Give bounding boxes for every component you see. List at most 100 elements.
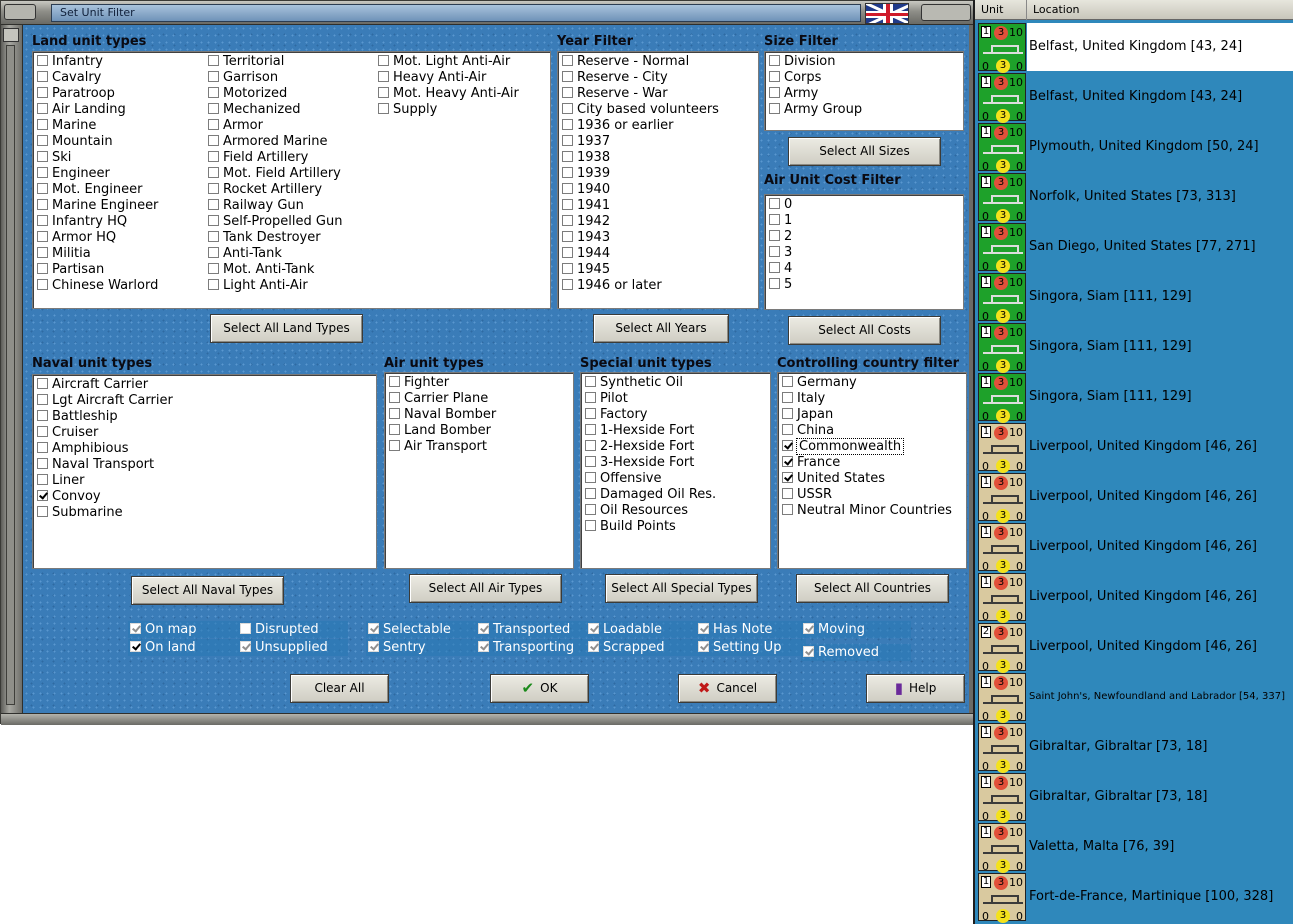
- unit-list-row[interactable]: 1 3 10 0 3 0 Valetta, Malta [76, 39]: [975, 822, 1293, 873]
- flag-option[interactable]: On land: [128, 639, 238, 656]
- checkbox[interactable]: [769, 198, 780, 209]
- checkbox[interactable]: [37, 231, 48, 242]
- year-item[interactable]: Reserve - City: [562, 70, 668, 86]
- checkbox[interactable]: [37, 215, 48, 226]
- checkbox[interactable]: [562, 55, 573, 66]
- cost-item[interactable]: 1: [769, 213, 792, 229]
- land-type-item[interactable]: Anti-Tank: [208, 246, 282, 262]
- land-type-item[interactable]: Infantry: [37, 54, 103, 70]
- year-item[interactable]: City based volunteers: [562, 102, 719, 118]
- land-type-item[interactable]: Cavalry: [37, 70, 101, 86]
- year-item[interactable]: 1938: [562, 150, 610, 166]
- checkbox[interactable]: [208, 119, 219, 130]
- land-type-item[interactable]: Marine Engineer: [37, 198, 158, 214]
- checkbox[interactable]: [478, 641, 489, 652]
- year-item[interactable]: 1936 or earlier: [562, 118, 674, 134]
- land-type-item[interactable]: Paratroop: [37, 86, 115, 102]
- cancel-button[interactable]: ✖ Cancel: [678, 674, 777, 703]
- country-item[interactable]: Commonwealth: [782, 438, 905, 455]
- select-all-land-types-button[interactable]: Select All Land Types: [210, 314, 363, 343]
- land-type-item[interactable]: Mountain: [37, 134, 113, 150]
- checkbox[interactable]: [769, 230, 780, 241]
- land-type-item[interactable]: Heavy Anti-Air: [378, 70, 486, 86]
- land-type-item[interactable]: Ski: [37, 150, 71, 166]
- land-type-item[interactable]: Mot. Engineer: [37, 182, 142, 198]
- country-item[interactable]: Germany: [782, 375, 857, 391]
- checkbox[interactable]: [562, 71, 573, 82]
- checkbox[interactable]: [37, 263, 48, 274]
- land-type-item[interactable]: Mot. Heavy Anti-Air: [378, 86, 519, 102]
- checkbox[interactable]: [782, 392, 793, 403]
- checkbox[interactable]: [769, 55, 780, 66]
- unit-list-row[interactable]: 1 3 10 0 3 0 Belfast, United Kingdom [43, 24]: [975, 22, 1293, 73]
- checkbox[interactable]: [562, 263, 573, 274]
- checkbox[interactable]: [562, 231, 573, 242]
- checkbox[interactable]: [562, 119, 573, 130]
- checkbox[interactable]: [368, 623, 379, 634]
- year-item[interactable]: 1939: [562, 166, 610, 182]
- checkbox[interactable]: [37, 167, 48, 178]
- checkbox[interactable]: [585, 376, 596, 387]
- checkbox[interactable]: [208, 231, 219, 242]
- checkbox[interactable]: [389, 376, 400, 387]
- size-item[interactable]: Corps: [769, 70, 821, 86]
- checkbox[interactable]: [37, 119, 48, 130]
- checkbox[interactable]: [769, 246, 780, 257]
- clear-all-button[interactable]: Clear All: [290, 674, 389, 703]
- checkbox[interactable]: [389, 392, 400, 403]
- flag-option[interactable]: Loadable: [586, 621, 696, 638]
- naval-type-item[interactable]: Submarine: [37, 505, 123, 521]
- special-type-item[interactable]: 3-Hexside Fort: [585, 455, 694, 471]
- checkbox[interactable]: [37, 442, 48, 453]
- checkbox[interactable]: [585, 504, 596, 515]
- special-type-item[interactable]: Offensive: [585, 471, 662, 487]
- land-type-item[interactable]: Territorial: [208, 54, 284, 70]
- checkbox[interactable]: [769, 214, 780, 225]
- unit-list-row[interactable]: 1 3 10 0 3 0 Singora, Siam [111, 129]: [975, 272, 1293, 323]
- unit-list-row[interactable]: 1 3 10 0 3 0 Gibraltar, Gibraltar [73, 18]: [975, 772, 1293, 823]
- naval-type-item[interactable]: Naval Transport: [37, 457, 154, 473]
- air-type-item[interactable]: Carrier Plane: [389, 391, 488, 407]
- checkbox[interactable]: [562, 199, 573, 210]
- checkbox[interactable]: [378, 71, 389, 82]
- checkbox[interactable]: [585, 424, 596, 435]
- special-type-item[interactable]: Damaged Oil Res.: [585, 487, 716, 503]
- select-all-costs-button[interactable]: Select All Costs: [788, 316, 941, 345]
- naval-type-item[interactable]: Amphibious: [37, 441, 129, 457]
- flag-option[interactable]: Scrapped: [586, 639, 696, 656]
- unit-list-row[interactable]: 1 3 10 0 3 0 Liverpool, United Kingdom [46, 26…: [975, 472, 1293, 523]
- unit-column-header[interactable]: Unit: [975, 0, 1027, 20]
- country-item[interactable]: Neutral Minor Countries: [782, 503, 952, 519]
- checkbox[interactable]: [240, 623, 251, 634]
- checkbox[interactable]: [37, 135, 48, 146]
- checkbox[interactable]: [562, 279, 573, 290]
- size-item[interactable]: Army Group: [769, 102, 862, 118]
- select-all-naval-types-button[interactable]: Select All Naval Types: [131, 576, 284, 605]
- checkbox[interactable]: [769, 262, 780, 273]
- checkbox[interactable]: [378, 103, 389, 114]
- checkbox[interactable]: [37, 490, 48, 501]
- checkbox[interactable]: [208, 55, 219, 66]
- land-type-item[interactable]: Armored Marine: [208, 134, 327, 150]
- checkbox[interactable]: [368, 641, 379, 652]
- checkbox[interactable]: [130, 641, 141, 652]
- cost-item[interactable]: 0: [769, 197, 792, 213]
- unit-list-row[interactable]: 2 3 10 0 3 0 Liverpool, United Kingdom [46, 26…: [975, 622, 1293, 673]
- checkbox[interactable]: [585, 408, 596, 419]
- checkbox[interactable]: [803, 646, 814, 657]
- checkbox[interactable]: [782, 456, 793, 467]
- year-item[interactable]: Reserve - War: [562, 86, 668, 102]
- checkbox[interactable]: [562, 215, 573, 226]
- checkbox[interactable]: [562, 247, 573, 258]
- checkbox[interactable]: [37, 394, 48, 405]
- select-all-special-types-button[interactable]: Select All Special Types: [605, 574, 758, 603]
- checkbox[interactable]: [478, 623, 489, 634]
- land-type-item[interactable]: Supply: [378, 102, 437, 118]
- checkbox[interactable]: [585, 472, 596, 483]
- checkbox[interactable]: [208, 103, 219, 114]
- checkbox[interactable]: [782, 488, 793, 499]
- country-item[interactable]: France: [782, 455, 840, 471]
- land-type-item[interactable]: Mechanized: [208, 102, 301, 118]
- checkbox[interactable]: [585, 520, 596, 531]
- unit-list-row[interactable]: 1 3 10 0 3 0 San Diego, United States [77, 271…: [975, 222, 1293, 273]
